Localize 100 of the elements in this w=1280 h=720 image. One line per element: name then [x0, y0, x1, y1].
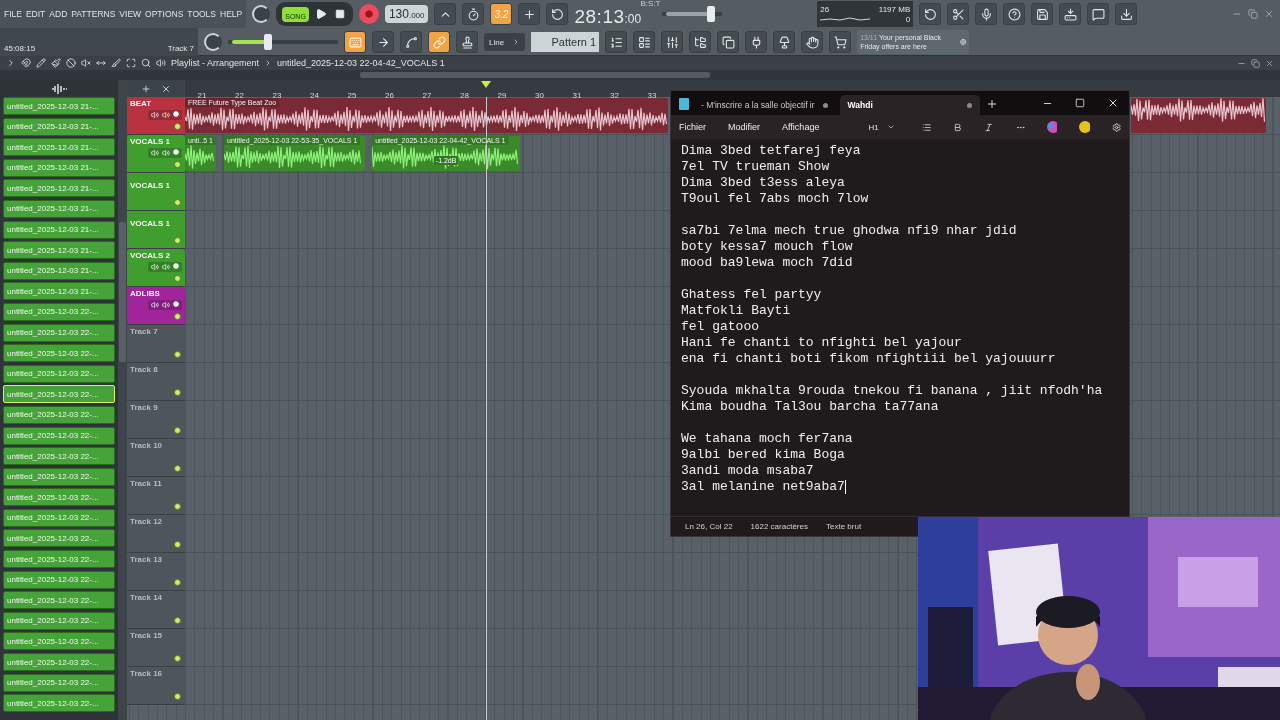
- heading-dropdown[interactable]: H1: [863, 118, 900, 136]
- restore-icon[interactable]: [1251, 58, 1260, 68]
- record-dot-icon[interactable]: [173, 111, 179, 117]
- toolbar-button[interactable]: [633, 31, 656, 53]
- menu-item[interactable]: Fichier: [679, 122, 706, 132]
- browser-item[interactable]: untitled_2025-12-03 22-...: [3, 673, 115, 692]
- tempo-display[interactable]: 130.000: [384, 5, 429, 23]
- toolbar-button[interactable]: [919, 3, 942, 25]
- toolbar-button[interactable]: [689, 31, 712, 53]
- track-header[interactable]: ADLIBS: [127, 287, 185, 325]
- indicator-light[interactable]: [174, 123, 181, 130]
- browser-item[interactable]: untitled_2025-12-03 21-...: [3, 220, 115, 239]
- toolbar-button[interactable]: [947, 3, 970, 25]
- browser-item[interactable]: untitled_2025-12-03 22-...: [3, 611, 115, 630]
- pattern-selector[interactable]: Pattern 1: [531, 32, 600, 52]
- close-icon[interactable]: [161, 83, 171, 94]
- track-header[interactable]: Track 7: [127, 325, 185, 363]
- indicator-light[interactable]: [174, 503, 181, 510]
- bold-icon[interactable]: [953, 121, 963, 133]
- speaker-icon[interactable]: [151, 149, 159, 157]
- knob[interactable]: [204, 33, 222, 51]
- track-header[interactable]: VOCALS 2: [127, 249, 185, 287]
- bar-number[interactable]: 25: [347, 91, 357, 100]
- editor-tab[interactable]: - M'inscrire a la salle objectif ir: [693, 95, 836, 115]
- browser-item[interactable]: untitled_2025-12-03 22-...: [3, 508, 115, 527]
- speaker-icon[interactable]: [151, 111, 159, 119]
- toolbar-button[interactable]: [1003, 3, 1026, 25]
- close-icon[interactable]: [1264, 9, 1274, 19]
- browser-item[interactable]: untitled_2025-12-03 22-...: [3, 653, 115, 672]
- avatar-icon[interactable]: [1079, 121, 1090, 133]
- bar-number[interactable]: 24: [310, 91, 319, 100]
- menu-item[interactable]: TOOLS: [187, 9, 217, 19]
- indicator-light[interactable]: [174, 693, 181, 700]
- bar-number[interactable]: 27: [422, 91, 432, 100]
- menu-item[interactable]: FILE: [4, 9, 22, 19]
- bar-number[interactable]: 26: [385, 91, 394, 100]
- browser-item[interactable]: untitled_2025-12-03 22-...: [3, 632, 115, 651]
- bar-number[interactable]: 28: [460, 91, 469, 100]
- menu-item[interactable]: VIEW: [119, 9, 142, 19]
- browser-item[interactable]: untitled_2025-12-03 22-...: [3, 405, 115, 424]
- audio-clip[interactable]: [1131, 98, 1266, 133]
- toolbar-button[interactable]: [801, 31, 824, 53]
- menu-item[interactable]: HELP: [220, 9, 243, 19]
- horizontal-scrollbar[interactable]: [360, 72, 710, 78]
- browser-item[interactable]: untitled_2025-12-03 22-...: [3, 426, 115, 445]
- toolbar-button[interactable]: [456, 31, 478, 53]
- indicator-light[interactable]: [174, 161, 181, 168]
- toolbar-button[interactable]: [462, 3, 485, 25]
- toolbar-button[interactable]: [1059, 3, 1082, 25]
- track-lane-header[interactable]: VOCALS 1: [127, 173, 185, 211]
- editor-tab[interactable]: Wahdi: [839, 95, 980, 115]
- speaker-icon[interactable]: [151, 263, 159, 271]
- plus-icon[interactable]: [141, 83, 151, 94]
- indicator-light[interactable]: [174, 617, 181, 624]
- track-header[interactable]: Track 10: [127, 439, 185, 477]
- bar-number[interactable]: 21: [197, 91, 207, 100]
- browser-item[interactable]: untitled_2025-12-03 22-...: [3, 694, 115, 713]
- breadcrumb[interactable]: untitled_2025-12-03 22-04-42_VOCALS 1: [277, 58, 445, 68]
- toolbar-button[interactable]: [344, 31, 366, 53]
- record-dot-icon[interactable]: [173, 263, 179, 269]
- toolbar-button[interactable]: [773, 31, 796, 53]
- browser-item[interactable]: untitled_2025-12-03 21-...: [3, 179, 115, 198]
- browser-item[interactable]: untitled_2025-12-03 22-...: [3, 302, 115, 321]
- indicator-light[interactable]: [174, 313, 181, 320]
- maximize-button[interactable]: [1073, 96, 1087, 110]
- list-icon[interactable]: [921, 121, 931, 133]
- toolbar-button[interactable]: [1115, 3, 1138, 25]
- browser-item[interactable]: untitled_2025-12-03 22-...: [3, 488, 115, 507]
- track-header[interactable]: Track 8: [127, 363, 185, 401]
- indicator-light[interactable]: [174, 275, 181, 282]
- indicator-light[interactable]: [174, 541, 181, 548]
- menu-item[interactable]: PATTERNS: [71, 9, 116, 19]
- indicator-light[interactable]: [174, 237, 181, 244]
- volume-icon[interactable]: [162, 111, 170, 119]
- toolbar-button[interactable]: [661, 31, 684, 53]
- browser-item[interactable]: untitled_2025-12-03 21-...: [3, 117, 115, 136]
- toolbar-button[interactable]: [717, 31, 740, 53]
- menu-item[interactable]: OPTIONS: [145, 9, 184, 19]
- indicator-light[interactable]: [174, 427, 181, 434]
- bar-number[interactable]: 23: [272, 91, 282, 100]
- italic-icon[interactable]: [984, 121, 994, 133]
- indicator-light[interactable]: [174, 199, 181, 206]
- browser-item[interactable]: untitled_2025-12-03 22-...: [3, 467, 115, 486]
- bar-number[interactable]: 29: [497, 91, 507, 100]
- track-header[interactable]: Track 16: [127, 667, 185, 705]
- track-header[interactable]: Track 14: [127, 591, 185, 629]
- close-icon[interactable]: [1265, 58, 1274, 68]
- snap-dropdown[interactable]: Line: [484, 33, 526, 51]
- menu-item[interactable]: Affichage: [782, 122, 820, 132]
- toolbar-button[interactable]: [829, 31, 852, 53]
- toolbar-button[interactable]: [1031, 3, 1054, 25]
- menu-item[interactable]: EDIT: [25, 9, 46, 19]
- browser-item[interactable]: untitled_2025-12-03 21-...: [3, 97, 115, 115]
- browser-item[interactable]: untitled_2025-12-03 21-...: [3, 199, 115, 218]
- scrollbar-thumb[interactable]: [119, 222, 126, 362]
- browser-item[interactable]: untitled_2025-12-03 22-...: [3, 570, 115, 589]
- track-header[interactable]: Track 9: [127, 401, 185, 439]
- settings-icon[interactable]: [1111, 121, 1121, 133]
- toolbar-button[interactable]: [605, 31, 628, 53]
- browser-item[interactable]: untitled_2025-12-03 22-...: [3, 550, 115, 569]
